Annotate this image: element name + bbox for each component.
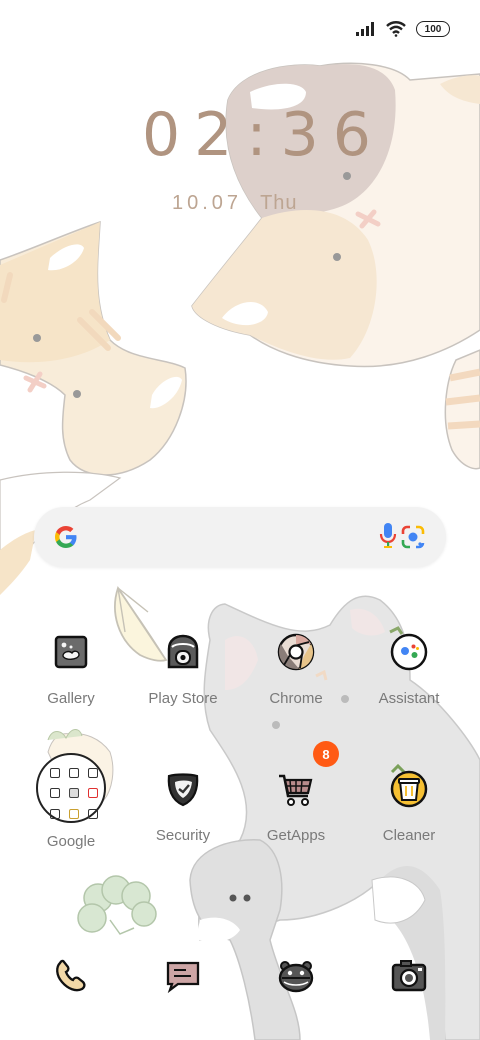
- app-label: Google: [46, 833, 96, 850]
- signal-icon: [356, 22, 374, 36]
- app-label: Assistant: [378, 690, 440, 707]
- clock-date[interactable]: 10.07 Thu: [172, 192, 298, 215]
- play-store-icon: [159, 628, 207, 676]
- wifi-icon: [386, 21, 406, 37]
- app-assistant[interactable]: Assistant: [354, 628, 464, 718]
- app-security[interactable]: Security: [128, 765, 238, 855]
- weekday-text: Thu: [260, 192, 298, 214]
- app-chrome[interactable]: Chrome: [241, 628, 351, 718]
- google-folder-icon: [36, 753, 106, 823]
- notification-badge: 8: [313, 741, 339, 767]
- dock-phone[interactable]: [16, 952, 126, 1002]
- app-label: Cleaner: [382, 827, 436, 844]
- app-getapps[interactable]: GetApps: [241, 765, 351, 855]
- phone-icon: [47, 952, 95, 1000]
- battery-indicator: 100: [416, 21, 450, 37]
- chrome-icon: [272, 628, 320, 676]
- app-gallery[interactable]: Gallery: [16, 628, 126, 718]
- date-text: 10.07: [172, 192, 243, 214]
- browser-icon: [272, 952, 320, 1000]
- app-cleaner[interactable]: Cleaner: [354, 765, 464, 855]
- security-icon: [159, 765, 207, 813]
- app-label: GetApps: [266, 827, 326, 844]
- mic-icon[interactable]: [378, 521, 398, 551]
- dock-camera[interactable]: [354, 952, 464, 1002]
- google-search-bar[interactable]: [34, 507, 446, 567]
- dock-browser[interactable]: [241, 952, 351, 1002]
- clock-time[interactable]: 02:36: [142, 100, 371, 170]
- app-label: Play Store: [148, 690, 218, 707]
- dock-messages[interactable]: [128, 952, 238, 1002]
- app-label: Chrome: [269, 690, 323, 707]
- gallery-icon: [47, 628, 95, 676]
- assistant-icon: [385, 628, 433, 676]
- cleaner-icon: [385, 765, 433, 813]
- messages-icon: [159, 952, 207, 1000]
- lens-icon[interactable]: [400, 524, 426, 550]
- app-google-folder[interactable]: Google: [16, 753, 126, 855]
- app-label: Gallery: [47, 690, 95, 707]
- google-g-icon: [55, 526, 77, 548]
- status-bar: 100: [356, 18, 450, 40]
- app-label: Security: [155, 827, 211, 844]
- camera-icon: [385, 952, 433, 1000]
- getapps-icon: [272, 765, 320, 813]
- app-play-store[interactable]: Play Store: [128, 628, 238, 718]
